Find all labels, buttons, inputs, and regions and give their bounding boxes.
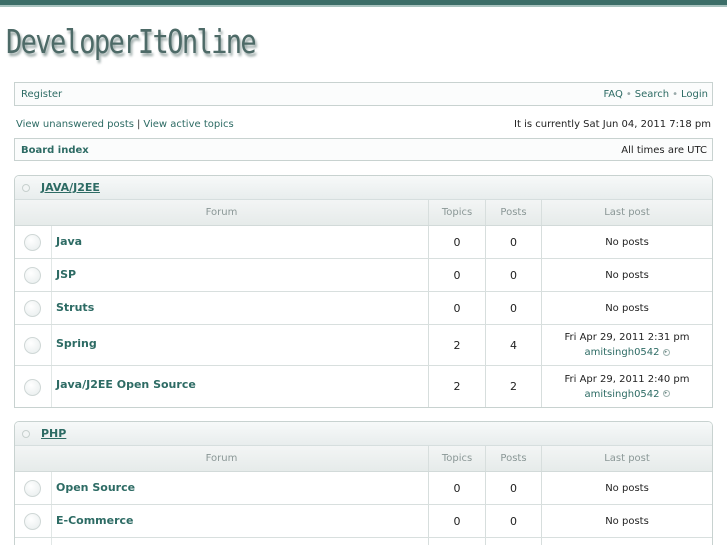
- posts-count: 0: [485, 226, 541, 258]
- forum-status-icon: [15, 472, 52, 504]
- nav-separator: •: [625, 89, 632, 100]
- forum-row-partial: [15, 538, 712, 545]
- nav-links: FAQ • Search • Login: [603, 89, 708, 100]
- circle-icon: [24, 513, 41, 530]
- posts-count: 4: [485, 325, 541, 365]
- topics-count: 2: [428, 325, 485, 365]
- arrow-right-icon[interactable]: ▸: [662, 348, 670, 356]
- forum-row: E-Commerce 0 0 No posts: [15, 505, 712, 538]
- topics-count: 2: [428, 366, 485, 407]
- posts-count: 0: [485, 472, 541, 504]
- column-topics: Topics: [428, 200, 485, 225]
- forum-row: Spring 2 4 Fri Apr 29, 2011 2:31 pm amit…: [15, 325, 712, 366]
- circle-icon: [24, 337, 41, 354]
- last-post: No posts: [541, 259, 712, 291]
- column-forum: Forum: [205, 207, 238, 218]
- category-title-link[interactable]: JAVA/J2EE: [41, 181, 100, 194]
- topics-count: 0: [428, 259, 485, 291]
- last-post: Fri Apr 29, 2011 2:40 pm amitsingh0542 ▸: [541, 366, 712, 407]
- column-last-post: Last post: [541, 446, 712, 471]
- last-post: No posts: [541, 472, 712, 504]
- forum-table-header: Forum Topics Posts Last post: [15, 446, 712, 472]
- last-post: No posts: [541, 292, 712, 324]
- forum-status-icon: [15, 259, 52, 291]
- circle-icon: [24, 267, 41, 284]
- top-bar: [0, 0, 727, 7]
- forum-status-icon: [15, 292, 52, 324]
- posts-count: 0: [485, 292, 541, 324]
- category-icon: [22, 430, 30, 438]
- unanswered-posts-link[interactable]: View unanswered posts: [16, 119, 134, 130]
- top-navbar: Register FAQ • Search • Login: [14, 82, 713, 106]
- last-post: Fri Apr 29, 2011 2:31 pm amitsingh0542 ▸: [541, 325, 712, 365]
- arrow-right-icon[interactable]: ▸: [662, 390, 670, 397]
- circle-icon: [24, 480, 41, 497]
- column-forum: Forum: [205, 453, 238, 464]
- faq-link[interactable]: FAQ: [603, 89, 622, 100]
- circle-icon: [24, 378, 41, 396]
- topics-count: 0: [428, 226, 485, 258]
- forum-status-icon: [15, 325, 52, 365]
- board-index-link[interactable]: Board index: [21, 145, 89, 156]
- forum-row: Java 0 0 No posts: [15, 226, 712, 259]
- category-icon: [22, 184, 30, 192]
- forum-table-header: Forum Topics Posts Last post: [15, 200, 712, 226]
- forum-row: JSP 0 0 No posts: [15, 259, 712, 292]
- active-topics-link[interactable]: View active topics: [143, 119, 233, 130]
- current-time: It is currently Sat Jun 04, 2011 7:18 pm: [514, 119, 711, 130]
- posts-count: 0: [485, 259, 541, 291]
- login-link[interactable]: Login: [681, 89, 708, 100]
- column-last-post: Last post: [541, 200, 712, 225]
- timezone-label: All times are UTC: [621, 145, 707, 156]
- last-post: No posts: [541, 226, 712, 258]
- column-posts: Posts: [485, 200, 541, 225]
- category-java-j2ee: JAVA/J2EE Forum Topics Posts Last post J…: [14, 175, 713, 408]
- column-topics: Topics: [428, 446, 485, 471]
- category-php: PHP Forum Topics Posts Last post Open So…: [14, 421, 713, 545]
- forum-status-icon: [15, 538, 52, 545]
- site-logo[interactable]: DeveloperItOnline: [6, 22, 257, 62]
- circle-icon: [24, 300, 41, 317]
- topics-count: 0: [428, 472, 485, 504]
- category-header: JAVA/J2EE: [15, 176, 712, 200]
- last-post-author-link[interactable]: amitsingh0542: [584, 347, 659, 358]
- search-link[interactable]: Search: [635, 89, 669, 100]
- posts-count: 0: [485, 505, 541, 537]
- link-divider: |: [136, 119, 141, 130]
- forum-row: Java/J2EE Open Source 2 2 Fri Apr 29, 20…: [15, 366, 712, 407]
- nav-separator: •: [672, 89, 679, 100]
- forum-row: Struts 0 0 No posts: [15, 292, 712, 325]
- forum-row: Open Source 0 0 No posts: [15, 472, 712, 505]
- last-post-author-link[interactable]: amitsingh0542: [584, 389, 659, 400]
- column-posts: Posts: [485, 446, 541, 471]
- register-link[interactable]: Register: [21, 89, 62, 100]
- topics-count: 0: [428, 505, 485, 537]
- topics-count: 0: [428, 292, 485, 324]
- posts-count: 2: [485, 366, 541, 407]
- breadcrumb-bar: Board index All times are UTC: [14, 138, 713, 161]
- circle-icon: [24, 234, 41, 251]
- forum-status-icon: [15, 366, 52, 407]
- last-post: No posts: [541, 505, 712, 537]
- category-title-link[interactable]: PHP: [41, 427, 66, 440]
- category-header: PHP: [15, 422, 712, 446]
- forum-status-icon: [15, 505, 52, 537]
- forum-status-icon: [15, 226, 52, 258]
